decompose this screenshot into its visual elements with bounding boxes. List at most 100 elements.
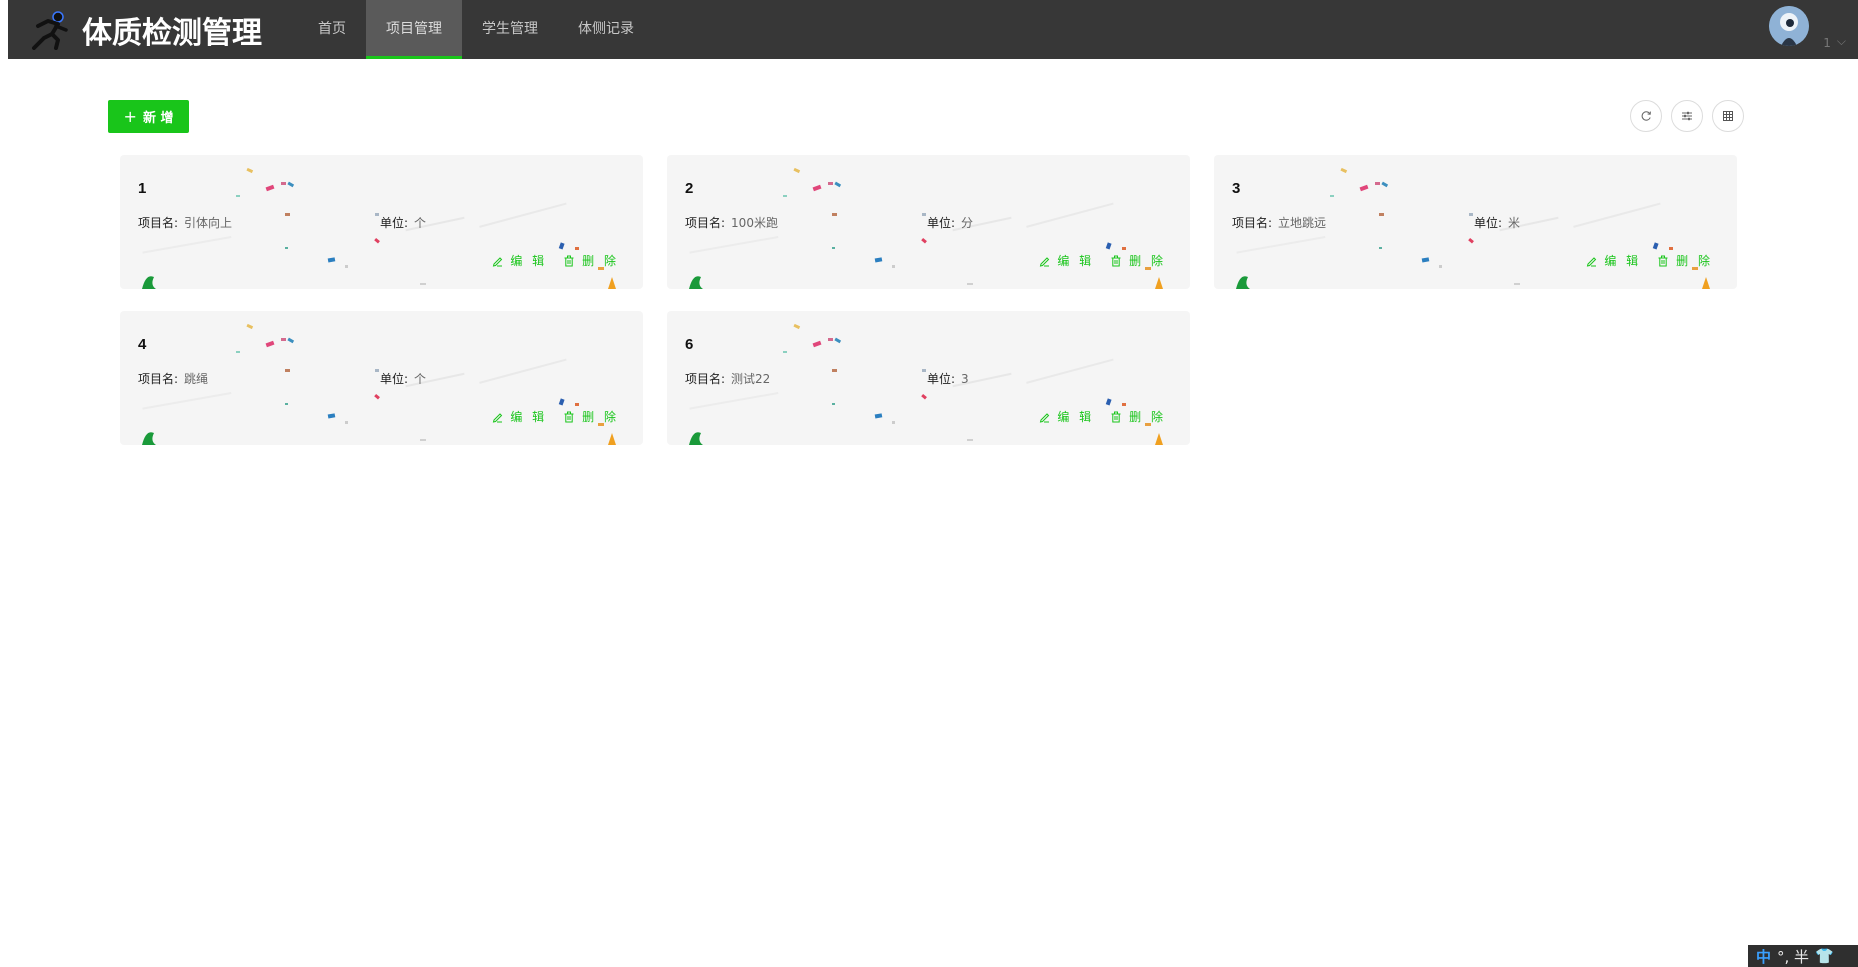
name-label: 项目名: [685, 216, 726, 230]
edit-icon [1040, 256, 1050, 267]
card-unit-field: 单位: 分 [927, 214, 973, 231]
skin-icon[interactable]: 👕 [1815, 947, 1834, 965]
ime-status-bar[interactable]: 中 °, 半 👕 [1748, 945, 1858, 967]
project-name: 引体向上 [184, 216, 233, 230]
add-button[interactable]: + 新 增 [108, 100, 189, 133]
avatar[interactable] [1769, 6, 1810, 46]
project-unit: 3 [961, 372, 969, 386]
edit-label: 编 辑 [1604, 254, 1642, 268]
add-button-label: 新 增 [142, 111, 174, 126]
project-unit: 米 [1508, 216, 1521, 230]
card-name-field: 项目名: 跳绳 [138, 370, 208, 387]
edit-icon [493, 256, 503, 267]
project-name: 立地跳远 [1278, 216, 1327, 230]
card-id: 4 [138, 336, 147, 353]
delete-button[interactable]: 删 除 [1110, 408, 1166, 425]
delete-button[interactable]: 删 除 [563, 408, 619, 425]
delete-label: 删 除 [582, 410, 619, 424]
card-actions: 编 辑 删 除 [475, 408, 619, 425]
edit-label: 编 辑 [510, 254, 548, 268]
project-unit: 个 [414, 372, 427, 386]
user-menu[interactable]: 1 ⌵ [1769, 6, 1846, 50]
app-title: 体质检测管理 [82, 16, 262, 51]
card-name-field: 项目名: 立地跳远 [1232, 214, 1326, 231]
refresh-icon [1641, 111, 1651, 121]
card-actions: 编 辑 删 除 [1022, 252, 1166, 269]
brand[interactable]: 体质检测管理 [28, 10, 262, 51]
main-nav: 首页 项目管理 学生管理 体侧记录 [298, 0, 654, 59]
top-navbar: 体质检测管理 首页 项目管理 学生管理 体侧记录 1 ⌵ [8, 0, 1858, 59]
project-name: 100米跑 [731, 216, 778, 230]
edit-label: 编 辑 [510, 410, 548, 424]
nav-project-management[interactable]: 项目管理 [366, 0, 462, 59]
project-card: 6 项目名: 测试22 单位: 3 编 辑 删 除 [667, 311, 1190, 445]
card-id: 2 [685, 180, 694, 197]
edit-icon [1587, 256, 1597, 267]
name-label: 项目名: [138, 372, 179, 386]
nav-test-records[interactable]: 体侧记录 [558, 0, 654, 59]
card-unit-field: 单位: 个 [380, 214, 426, 231]
card-actions: 编 辑 删 除 [1569, 252, 1713, 269]
trash-icon [1111, 255, 1121, 266]
unit-label: 单位: [1474, 216, 1503, 230]
project-unit: 分 [961, 216, 974, 230]
ime-punct[interactable]: °, 半 [1777, 946, 1809, 967]
layout-button[interactable] [1712, 100, 1744, 132]
trash-icon [564, 255, 574, 266]
unit-label: 单位: [380, 372, 409, 386]
trash-icon [564, 411, 574, 422]
nav-student-management[interactable]: 学生管理 [462, 0, 558, 59]
delete-label: 删 除 [582, 254, 619, 268]
runner-logo-icon [32, 11, 68, 50]
name-label: 项目名: [685, 372, 726, 386]
user-name[interactable]: 1 [1823, 36, 1831, 50]
filter-button[interactable] [1671, 100, 1703, 132]
card-unit-field: 单位: 个 [380, 370, 426, 387]
card-id: 6 [685, 336, 694, 353]
grid-icon [1723, 111, 1733, 121]
card-name-field: 项目名: 测试22 [685, 370, 770, 387]
chevron-down-icon[interactable]: ⌵ [1837, 34, 1846, 49]
edit-button[interactable]: 编 辑 [1038, 252, 1094, 269]
card-name-field: 项目名: 引体向上 [138, 214, 232, 231]
name-label: 项目名: [138, 216, 179, 230]
name-label: 项目名: [1232, 216, 1273, 230]
project-unit: 个 [414, 216, 427, 230]
edit-label: 编 辑 [1057, 410, 1095, 424]
project-card: 4 项目名: 跳绳 单位: 个 编 辑 删 除 [120, 311, 643, 445]
delete-label: 删 除 [1129, 410, 1166, 424]
card-unit-field: 单位: 3 [927, 370, 969, 387]
delete-button[interactable]: 删 除 [1657, 252, 1713, 269]
avatar-image-icon [1769, 6, 1810, 46]
project-name: 跳绳 [184, 372, 209, 386]
project-card: 2 项目名: 100米跑 单位: 分 编 辑 删 除 [667, 155, 1190, 289]
card-actions: 编 辑 删 除 [1022, 408, 1166, 425]
card-actions: 编 辑 删 除 [475, 252, 619, 269]
project-name: 测试22 [731, 372, 771, 386]
edit-button[interactable]: 编 辑 [1038, 408, 1094, 425]
edit-icon [1040, 412, 1050, 423]
unit-label: 单位: [927, 216, 956, 230]
delete-label: 删 除 [1129, 254, 1166, 268]
ime-mode[interactable]: 中 [1756, 946, 1771, 967]
refresh-button[interactable] [1630, 100, 1662, 132]
project-card: 1 项目名: 引体向上 单位: 个 编 辑 删 除 [120, 155, 643, 289]
delete-button[interactable]: 删 除 [1110, 252, 1166, 269]
card-unit-field: 单位: 米 [1474, 214, 1520, 231]
card-name-field: 项目名: 100米跑 [685, 214, 778, 231]
unit-label: 单位: [927, 372, 956, 386]
unit-label: 单位: [380, 216, 409, 230]
trash-icon [1111, 411, 1121, 422]
edit-label: 编 辑 [1057, 254, 1095, 268]
trash-icon [1658, 255, 1668, 266]
edit-button[interactable]: 编 辑 [1585, 252, 1641, 269]
card-id: 3 [1232, 180, 1241, 197]
edit-button[interactable]: 编 辑 [491, 408, 547, 425]
plus-icon: + [123, 107, 137, 126]
delete-button[interactable]: 删 除 [563, 252, 619, 269]
delete-label: 删 除 [1676, 254, 1713, 268]
sliders-icon [1682, 111, 1692, 121]
edit-button[interactable]: 编 辑 [491, 252, 547, 269]
card-id: 1 [138, 180, 147, 197]
nav-home[interactable]: 首页 [298, 0, 366, 59]
